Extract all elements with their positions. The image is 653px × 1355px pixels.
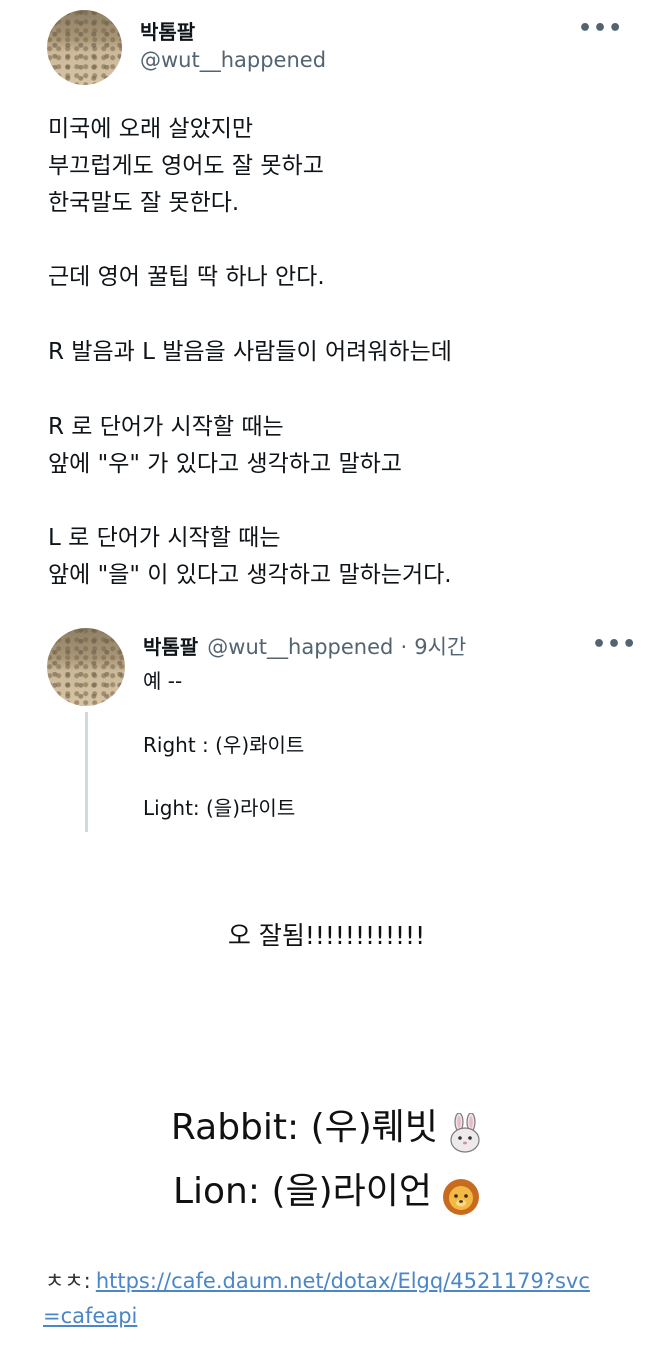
reply-text-line: Light: (을)라이트 [143, 796, 296, 820]
source-link[interactable]: https://cafe.daum.net/dotax/Elgq/4521179… [96, 1269, 590, 1293]
reply-header: 박톰팔 @wut__happened · 9시간 [143, 631, 466, 661]
lion-icon [442, 1178, 480, 1220]
source-line-2: =cafeapi [43, 1304, 137, 1328]
reply-author-handle[interactable]: @wut__happened [207, 635, 393, 659]
reply-text-line: 예 -- [143, 669, 183, 693]
thread-line [85, 712, 88, 832]
tweet-text-line: 미국에 오래 살았지만 [48, 116, 254, 142]
example-lion: Lion: (을)라이언 [0, 1162, 653, 1220]
author-name[interactable]: 박톰팔 [140, 16, 195, 45]
rabbit-icon [448, 1111, 482, 1157]
caption: 오 잘됨!!!!!!!!!!!! [227, 921, 426, 950]
source-label: ㅊㅊ: [45, 1269, 91, 1293]
source-line-1: ㅊㅊ: https://cafe.daum.net/dotax/Elgq/452… [45, 1265, 590, 1295]
reply-avatar[interactable] [47, 628, 125, 706]
more-horizontal-icon[interactable]: ••• [578, 16, 623, 41]
tweet-text-line: L 로 단어가 시작할 때는 [48, 525, 281, 551]
tweet-text-line: R 발음과 L 발음을 사람들이 어려워하는데 [48, 339, 452, 365]
tweet-text-line: 앞에 "우" 가 있다고 생각하고 말하고 [48, 451, 402, 477]
reply-author-name[interactable]: 박톰팔 [143, 635, 198, 659]
reply-time[interactable]: 9시간 [414, 635, 466, 659]
tweet-text-line: 한국말도 잘 못한다. [48, 190, 240, 216]
source-link-continued[interactable]: =cafeapi [43, 1304, 137, 1328]
tweet-text-line: 부끄럽게도 영어도 잘 못하고 [48, 153, 324, 179]
tweet-text-line: 앞에 "을" 이 있다고 생각하고 말하는거다. [48, 562, 452, 588]
reply-more-horizontal-icon[interactable]: ••• [592, 632, 637, 657]
reply-separator: · [400, 635, 408, 659]
example-text: Rabbit: (우)뤠빗 [170, 1107, 439, 1148]
author-avatar[interactable] [47, 10, 122, 85]
tweet-text-line: 근데 영어 꿀팁 딱 하나 안다. [48, 264, 325, 290]
reply-text-line: Right : (우)롸이트 [143, 733, 305, 757]
example-rabbit: Rabbit: (우)뤠빗 [0, 1098, 653, 1157]
tweet-text-line: R 로 단어가 시작할 때는 [48, 414, 284, 440]
author-handle[interactable]: @wut__happened [140, 48, 326, 72]
example-text: Lion: (을)라이언 [172, 1171, 433, 1212]
